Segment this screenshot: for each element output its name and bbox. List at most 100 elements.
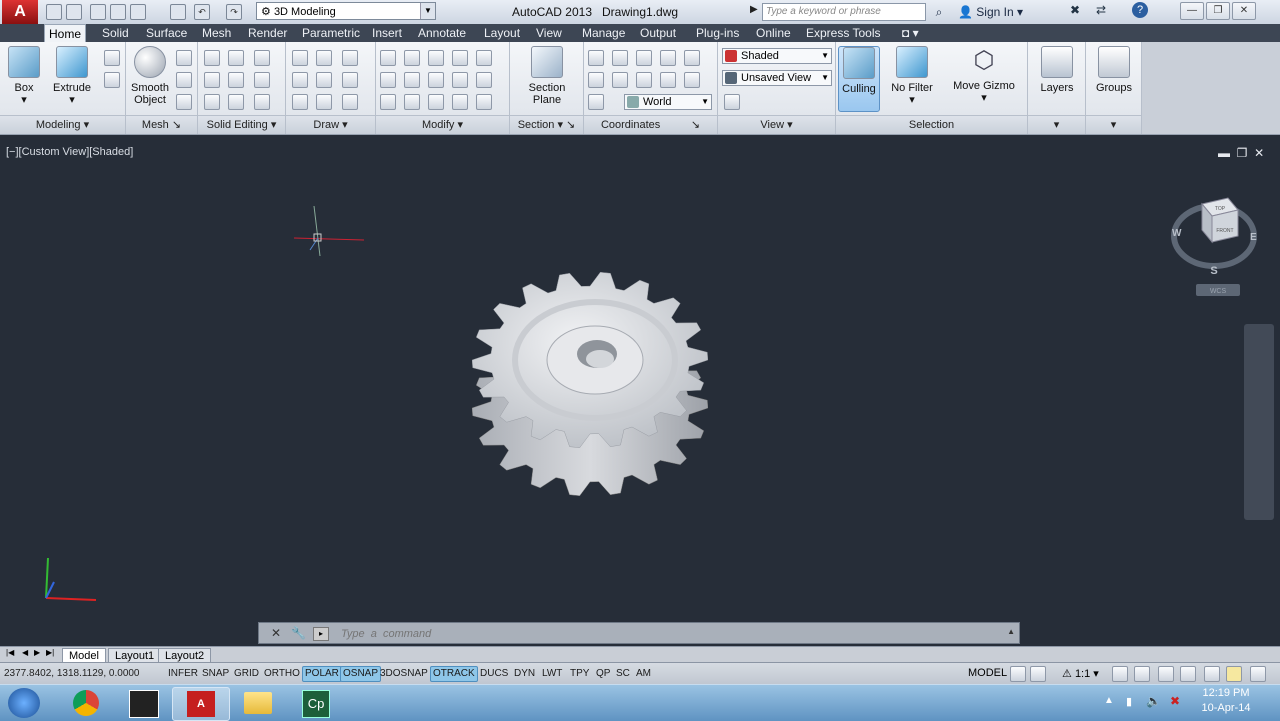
- tab-mesh[interactable]: Mesh: [198, 24, 235, 42]
- status-toggle-polar[interactable]: POLAR: [302, 666, 342, 682]
- ucs-dropdown[interactable]: World ▼: [624, 94, 712, 110]
- layout-tab-layout1[interactable]: Layout1: [108, 648, 162, 663]
- auto-scale-icon[interactable]: [1134, 666, 1150, 682]
- compass-east[interactable]: E: [1250, 232, 1257, 243]
- redo-icon[interactable]: ↷: [226, 4, 242, 20]
- exchange-icon[interactable]: ✖: [1070, 3, 1080, 17]
- panel-title-view[interactable]: View ▾: [718, 115, 835, 134]
- scale-icon[interactable]: [452, 72, 468, 88]
- clean-screen-icon[interactable]: [1250, 666, 1266, 682]
- search-expand-icon[interactable]: ▶: [750, 4, 758, 15]
- layout-tab-model[interactable]: Model: [62, 648, 106, 663]
- panel-title-selection[interactable]: Selection: [836, 115, 1027, 134]
- panel-title-layers[interactable]: ▾: [1028, 115, 1085, 134]
- lock-icon[interactable]: [1180, 666, 1196, 682]
- status-toggle-sc[interactable]: SC: [614, 667, 632, 681]
- search-input[interactable]: Type a keyword or phrase: [762, 3, 926, 21]
- wcs-menu[interactable]: WCS: [1210, 288, 1227, 295]
- panel-title-mesh[interactable]: Mesh ↘: [126, 115, 197, 134]
- 3d-move-icon[interactable]: [404, 50, 420, 66]
- separate-icon[interactable]: [254, 94, 270, 110]
- tab-online[interactable]: Online: [752, 24, 795, 42]
- compass-south[interactable]: S: [1210, 265, 1217, 277]
- tab-render[interactable]: Render: [244, 24, 291, 42]
- viewport-config-icon[interactable]: [724, 94, 740, 110]
- ellipse-icon[interactable]: [342, 94, 358, 110]
- restore-button[interactable]: ❐: [1206, 2, 1230, 20]
- tab-output[interactable]: Output: [636, 24, 680, 42]
- viewport-label[interactable]: [−][Custom View][Shaded]: [6, 146, 133, 158]
- ucs-world-icon[interactable]: [588, 94, 604, 110]
- customize-wrench-icon[interactable]: 🔧: [291, 626, 306, 640]
- quick-view-drawings-icon[interactable]: [1030, 666, 1046, 682]
- union-icon[interactable]: [204, 50, 220, 66]
- circle-icon[interactable]: [342, 72, 358, 88]
- taskbar-app-3[interactable]: [116, 687, 172, 719]
- 3d-align-icon[interactable]: [404, 94, 420, 110]
- viewport-minimize-icon[interactable]: ▬: [1218, 146, 1230, 160]
- mirror-icon[interactable]: [428, 94, 444, 110]
- tab-express-tools[interactable]: Express Tools: [802, 24, 884, 42]
- stretch-icon[interactable]: [452, 94, 468, 110]
- taskbar-captivate[interactable]: Cp: [288, 687, 344, 719]
- workspace-select[interactable]: ⚙ 3D Modeling ▼: [256, 2, 436, 20]
- taskbar-clock[interactable]: 12:19 PM 10-Apr-14: [1196, 686, 1256, 716]
- hardware-acceleration-icon[interactable]: [1226, 666, 1242, 682]
- visual-style-dropdown[interactable]: Shaded ▼: [722, 48, 832, 64]
- rotate-icon[interactable]: [428, 72, 444, 88]
- intersect-icon[interactable]: [204, 94, 220, 110]
- model-space-button[interactable]: MODEL: [968, 667, 1007, 679]
- array-icon[interactable]: [476, 94, 492, 110]
- panel-title-solid-editing[interactable]: Solid Editing ▾: [198, 115, 285, 134]
- layout-nav-last-icon[interactable]: ▶|: [46, 648, 54, 657]
- help-icon[interactable]: ?: [1132, 2, 1148, 18]
- ucs-x-icon[interactable]: [636, 50, 652, 66]
- tab-manage[interactable]: Manage: [578, 24, 629, 42]
- navigation-bar[interactable]: [1244, 324, 1274, 520]
- refine-mesh-icon[interactable]: [176, 94, 192, 110]
- viewcube[interactable]: TOP FRONT W E S WCS: [1168, 196, 1260, 300]
- status-toggle-lwt[interactable]: LWT: [540, 667, 564, 681]
- groups-button[interactable]: Groups: [1092, 46, 1136, 94]
- layout-nav-first-icon[interactable]: |◀: [6, 648, 14, 657]
- show-hidden-icons-icon[interactable]: ▲: [1104, 695, 1114, 706]
- extrude-faces-icon[interactable]: [254, 72, 270, 88]
- layout-nav-prev-icon[interactable]: ◀: [22, 648, 28, 657]
- polysolid-icon[interactable]: [104, 50, 120, 66]
- tab-insert[interactable]: Insert: [368, 24, 406, 42]
- stay-connected-icon[interactable]: ⇄: [1096, 3, 1106, 17]
- status-toggle-dyn[interactable]: DYN: [512, 667, 537, 681]
- offset-icon[interactable]: [476, 72, 492, 88]
- culling-button[interactable]: Culling: [838, 46, 880, 112]
- workspace-switching-gear-icon[interactable]: [1158, 666, 1174, 682]
- ucs-view-icon[interactable]: [684, 72, 700, 88]
- taskbar-autocad[interactable]: A: [172, 687, 230, 721]
- save-icon[interactable]: [90, 4, 106, 20]
- fillet-icon[interactable]: [380, 72, 396, 88]
- status-toggle-snap[interactable]: SNAP: [200, 667, 231, 681]
- print-icon[interactable]: [170, 4, 186, 20]
- tab-home[interactable]: Home: [44, 24, 87, 43]
- recent-commands-icon[interactable]: ▸: [313, 627, 329, 641]
- thicken-icon[interactable]: [228, 94, 244, 110]
- arc-icon[interactable]: [342, 50, 358, 66]
- smooth-less-icon[interactable]: [176, 72, 192, 88]
- tab-layout[interactable]: Layout: [480, 24, 524, 42]
- explode-icon[interactable]: [380, 50, 396, 66]
- panel-title-modify[interactable]: Modify ▾: [376, 115, 509, 134]
- subtract-icon[interactable]: [204, 72, 220, 88]
- copy-icon[interactable]: [452, 50, 468, 66]
- ucs-object-icon[interactable]: [684, 50, 700, 66]
- status-toggle-otrack[interactable]: OTRACK: [430, 666, 478, 682]
- polygon-icon[interactable]: [292, 94, 308, 110]
- rectangle-icon[interactable]: [316, 50, 332, 66]
- gear-3d-model[interactable]: [440, 250, 740, 520]
- smooth-object-button[interactable]: Smooth Object: [128, 46, 172, 106]
- move-gizmo-button[interactable]: ⬡ Move Gizmo ▾: [948, 46, 1020, 104]
- minimize-button[interactable]: —: [1180, 2, 1204, 20]
- status-toggle-am[interactable]: AM: [634, 667, 653, 681]
- ucs-icon[interactable]: [588, 50, 604, 66]
- layers-button[interactable]: Layers: [1036, 46, 1078, 94]
- trim-icon[interactable]: [476, 50, 492, 66]
- line-icon[interactable]: [292, 50, 308, 66]
